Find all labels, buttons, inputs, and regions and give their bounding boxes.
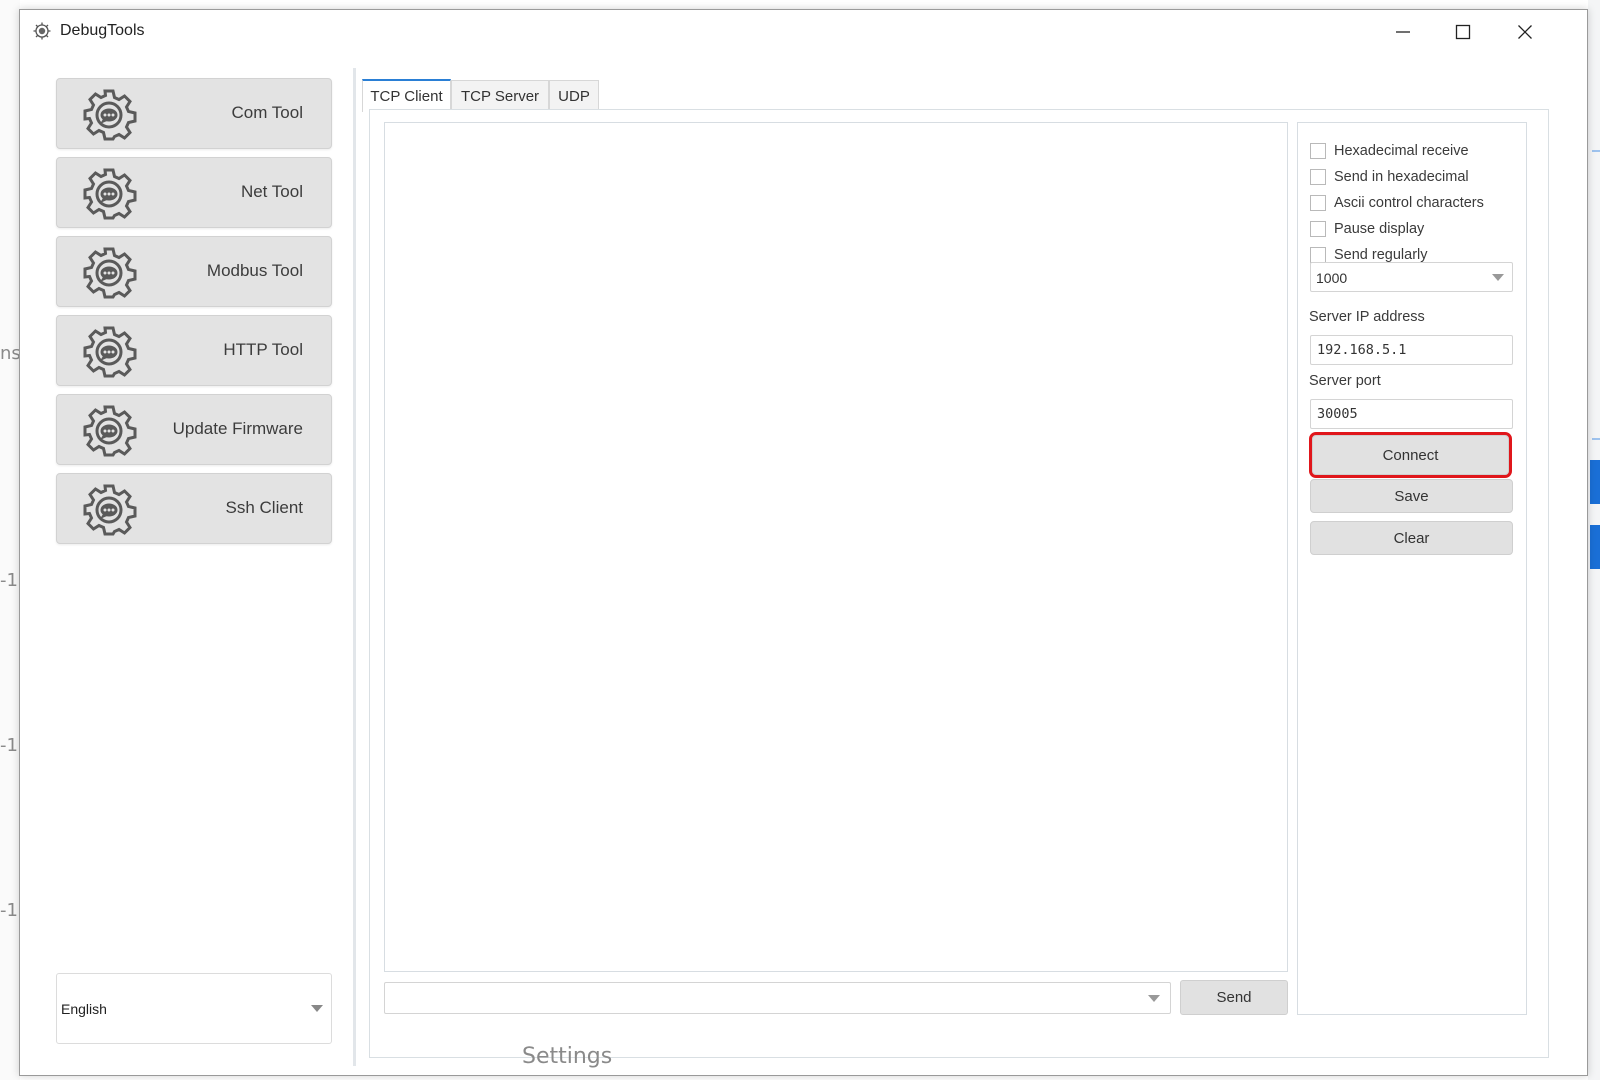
panel-splitter[interactable] (353, 68, 356, 1066)
sidebar-item-label: Ssh Client (225, 498, 303, 517)
tcp-client-pane: Send Hexadecimal receive Send in hexadec… (369, 109, 1549, 1058)
send-hex-checkbox-row[interactable]: Send in hexadecimal (1310, 167, 1469, 187)
connect-button[interactable]: Connect (1309, 432, 1512, 478)
language-value: English (61, 1001, 107, 1017)
background-text-fragment: ns (0, 343, 21, 364)
ascii-control-checkbox[interactable] (1310, 195, 1326, 211)
server-port-label: Server port (1309, 373, 1381, 389)
sidebar-item-modbus-tool[interactable]: Modbus Tool (56, 236, 332, 307)
maximize-icon (1455, 24, 1471, 40)
chevron-down-icon (311, 1005, 323, 1012)
checkbox-label: Ascii control characters (1334, 195, 1484, 211)
checkbox-label: Hexadecimal receive (1334, 143, 1469, 159)
checkbox-label: Send in hexadecimal (1334, 169, 1469, 185)
server-port-input[interactable] (1311, 400, 1512, 428)
pause-display-checkbox[interactable] (1310, 221, 1326, 237)
gear-chat-icon (83, 247, 137, 299)
tab-tcp-server[interactable]: TCP Server (451, 80, 549, 111)
hex-receive-checkbox-row[interactable]: Hexadecimal receive (1310, 141, 1469, 161)
maximize-button[interactable] (1440, 16, 1486, 48)
gear-chat-icon (83, 326, 137, 378)
sidebar-item-ssh-client[interactable]: Ssh Client (56, 473, 332, 544)
background-text-fragment: -1 (0, 900, 18, 921)
gear-chat-icon (83, 168, 137, 220)
send-button[interactable]: Send (1180, 980, 1288, 1015)
background-divider (1592, 438, 1600, 440)
sidebar-item-label: Modbus Tool (206, 261, 303, 280)
save-button[interactable]: Save (1310, 479, 1513, 513)
gear-chat-icon (83, 484, 137, 536)
gear-chat-icon (33, 22, 51, 40)
hex-receive-checkbox[interactable] (1310, 143, 1326, 159)
sidebar-item-label: HTTP Tool (223, 340, 303, 359)
checkbox-label: Send regularly (1334, 247, 1428, 263)
sidebar-item-label: Com Tool (231, 103, 304, 122)
sidebar-item-update-firmware[interactable]: Update Firmware (56, 394, 332, 465)
server-ip-field[interactable] (1310, 335, 1513, 365)
language-select[interactable]: English (56, 973, 332, 1044)
send-interval-value: 1000 (1316, 270, 1348, 286)
minimize-button[interactable] (1380, 16, 1426, 48)
close-icon (1518, 25, 1532, 39)
sidebar-item-com-tool[interactable]: Com Tool (56, 78, 332, 149)
tab-tcp-client[interactable]: TCP Client (362, 79, 451, 112)
gear-chat-icon (83, 405, 137, 457)
close-button[interactable] (1502, 16, 1548, 48)
window-title: DebugTools (60, 22, 145, 39)
ascii-control-checkbox-row[interactable]: Ascii control characters (1310, 193, 1484, 213)
gear-chat-icon (83, 89, 137, 141)
minimize-icon (1396, 31, 1410, 33)
sidebar-item-http-tool[interactable]: HTTP Tool (56, 315, 332, 386)
server-ip-input[interactable] (1311, 336, 1512, 364)
tab-udp[interactable]: UDP (549, 80, 599, 111)
server-ip-label: Server IP address (1309, 309, 1425, 325)
send-regularly-checkbox[interactable] (1310, 247, 1326, 263)
chevron-down-icon (1148, 995, 1160, 1002)
send-hex-checkbox[interactable] (1310, 169, 1326, 185)
pause-display-checkbox-row[interactable]: Pause display (1310, 219, 1424, 239)
sidebar-item-net-tool[interactable]: Net Tool (56, 157, 332, 228)
background-text-fragment: Settings (522, 1044, 613, 1069)
send-interval-select[interactable]: 1000 (1310, 262, 1513, 292)
debugtools-window: DebugTools Com Tool Net Tool Modbus Tool… (19, 9, 1588, 1076)
title-bar[interactable]: DebugTools (20, 10, 1587, 52)
server-port-field[interactable] (1310, 399, 1513, 429)
sidebar-item-label: Update Firmware (172, 419, 303, 438)
background-blue-element (1590, 460, 1600, 504)
background-blue-element (1590, 525, 1600, 569)
background-text-fragment: -1 (0, 570, 18, 591)
send-input-combo[interactable] (384, 982, 1171, 1014)
settings-panel: Hexadecimal receive Send in hexadecimal … (1297, 122, 1527, 1015)
background-divider (1592, 150, 1600, 152)
chevron-down-icon (1492, 274, 1504, 281)
checkbox-label: Pause display (1334, 221, 1425, 237)
receive-output-area[interactable] (384, 122, 1288, 972)
sidebar-item-label: Net Tool (240, 182, 303, 201)
background-text-fragment: -1 (0, 735, 18, 756)
clear-button[interactable]: Clear (1310, 521, 1513, 555)
